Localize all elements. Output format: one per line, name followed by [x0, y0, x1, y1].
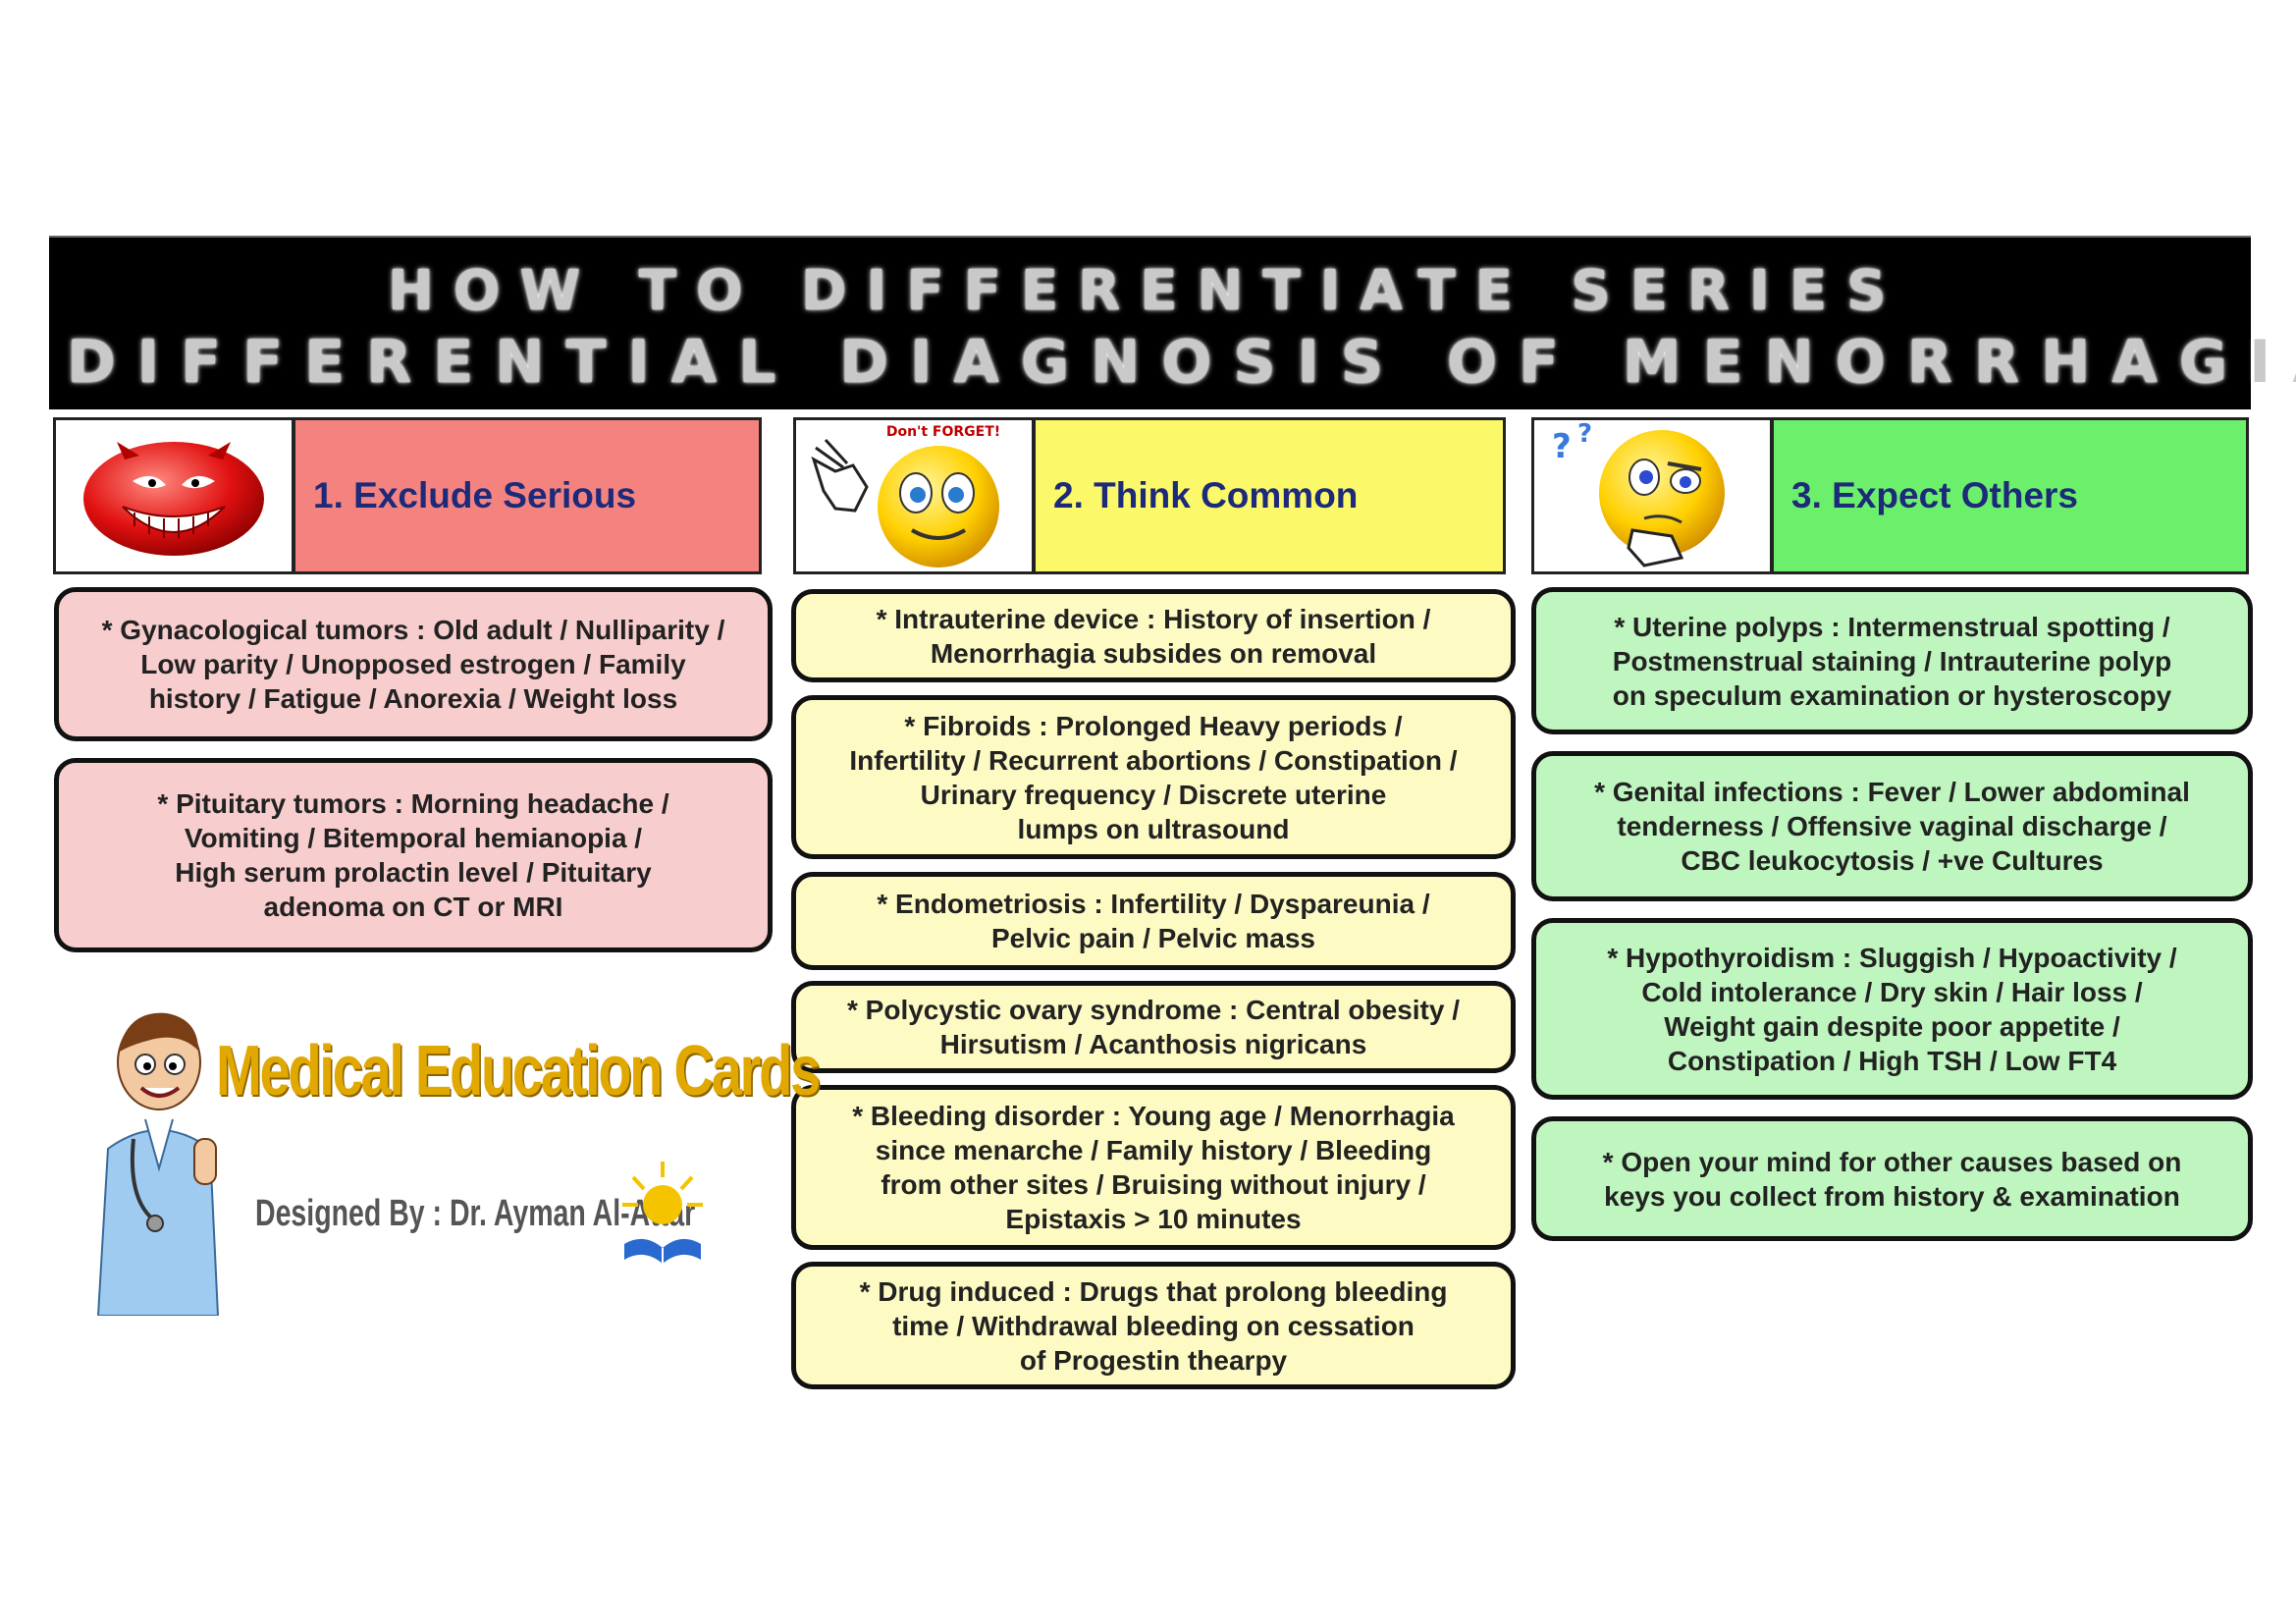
- card-fibroids: * Fibroids : Prolonged Heavy periods / I…: [791, 695, 1516, 859]
- column-header-exclude-serious: 1. Exclude Serious: [53, 417, 762, 574]
- svg-text:?: ?: [1577, 420, 1592, 449]
- column-header-think-common: Don't FORGET! 2. Think Common: [793, 417, 1506, 574]
- column-title: 3. Expect Others: [1791, 475, 2079, 515]
- column-header-expect-others: ? ? 3. Expect Others: [1531, 417, 2249, 574]
- column-title-bar: 1. Exclude Serious: [295, 420, 759, 571]
- thinking-smiley-icon: ? ?: [1534, 420, 1774, 571]
- devil-smiley-icon: [56, 420, 295, 571]
- column-title: 1. Exclude Serious: [313, 475, 637, 515]
- card-endometriosis: * Endometriosis : Infertility / Dyspareu…: [791, 872, 1516, 970]
- column-title: 2. Think Common: [1053, 475, 1359, 515]
- medical-education-cards-logo: Medical Education Cards Designed By : Dr…: [88, 1001, 821, 1316]
- card-intrauterine-device: * Intrauterine device : History of inser…: [791, 589, 1516, 682]
- open-book-sun-icon: [622, 1162, 703, 1264]
- banner-series-title: HOW TO DIFFERENTIATE SERIES: [388, 259, 1906, 323]
- column-title-bar: 2. Think Common: [1036, 420, 1503, 571]
- dont-forget-smiley-icon: Don't FORGET!: [796, 420, 1036, 571]
- card-polycystic-ovary-syndrome: * Polycystic ovary syndrome : Central ob…: [791, 981, 1516, 1073]
- card-drug-induced: * Drug induced : Drugs that prolong blee…: [791, 1262, 1516, 1389]
- card-genital-infections: * Genital infections : Fever / Lower abd…: [1531, 751, 2253, 901]
- card-pituitary-tumors: * Pituitary tumors : Morning headache / …: [54, 758, 773, 952]
- banner-topic-title: DIFFERENTIAL DIAGNOSIS OF MENORRHAGIA: [67, 328, 2296, 397]
- column-title-bar: 3. Expect Others: [1774, 420, 2246, 571]
- card-open-your-mind: * Open your mind for other causes based …: [1531, 1116, 2253, 1241]
- card-gynacological-tumors: * Gynacological tumors : Old adult / Nul…: [54, 587, 773, 741]
- card-bleeding-disorder: * Bleeding disorder : Young age / Menorr…: [791, 1085, 1516, 1250]
- card-uterine-polyps: * Uterine polyps : Intermenstrual spotti…: [1531, 587, 2253, 734]
- doctor-cartoon-icon: [96, 1012, 220, 1316]
- card-hypothyroidism: * Hypothyroidism : Sluggish / Hypoactivi…: [1531, 918, 2253, 1100]
- dont-forget-label: Don't FORGET!: [886, 424, 1000, 440]
- series-banner: HOW TO DIFFERENTIATE SERIES DIFFERENTIAL…: [49, 236, 2296, 409]
- logo-title: Medical Education Cards: [216, 1032, 821, 1110]
- svg-text:?: ?: [1552, 427, 1572, 466]
